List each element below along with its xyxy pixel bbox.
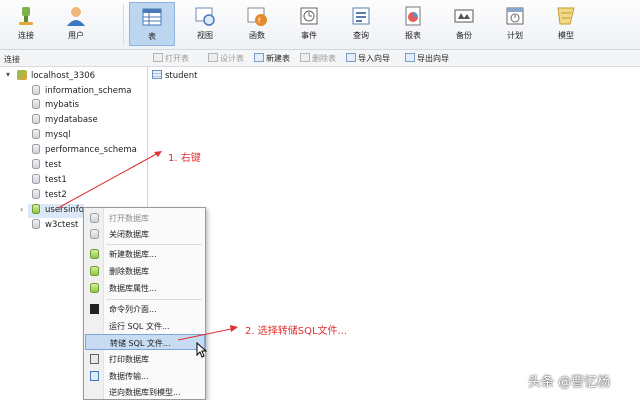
annotation-arrowhead-1 — [154, 151, 162, 157]
annotation-arrow-2 — [177, 327, 237, 341]
annotation-arrowhead-2 — [230, 325, 238, 332]
annotation-step-2: 2. 选择转储SQL文件... — [245, 326, 348, 337]
annotation-arrows — [57, 151, 238, 341]
watermark: 头条 @曹忆杨 — [528, 375, 611, 390]
annotation-arrow-1 — [57, 151, 161, 209]
annotation-step-1: 1. 右键 — [168, 153, 201, 164]
mouse-cursor-icon — [196, 342, 208, 358]
